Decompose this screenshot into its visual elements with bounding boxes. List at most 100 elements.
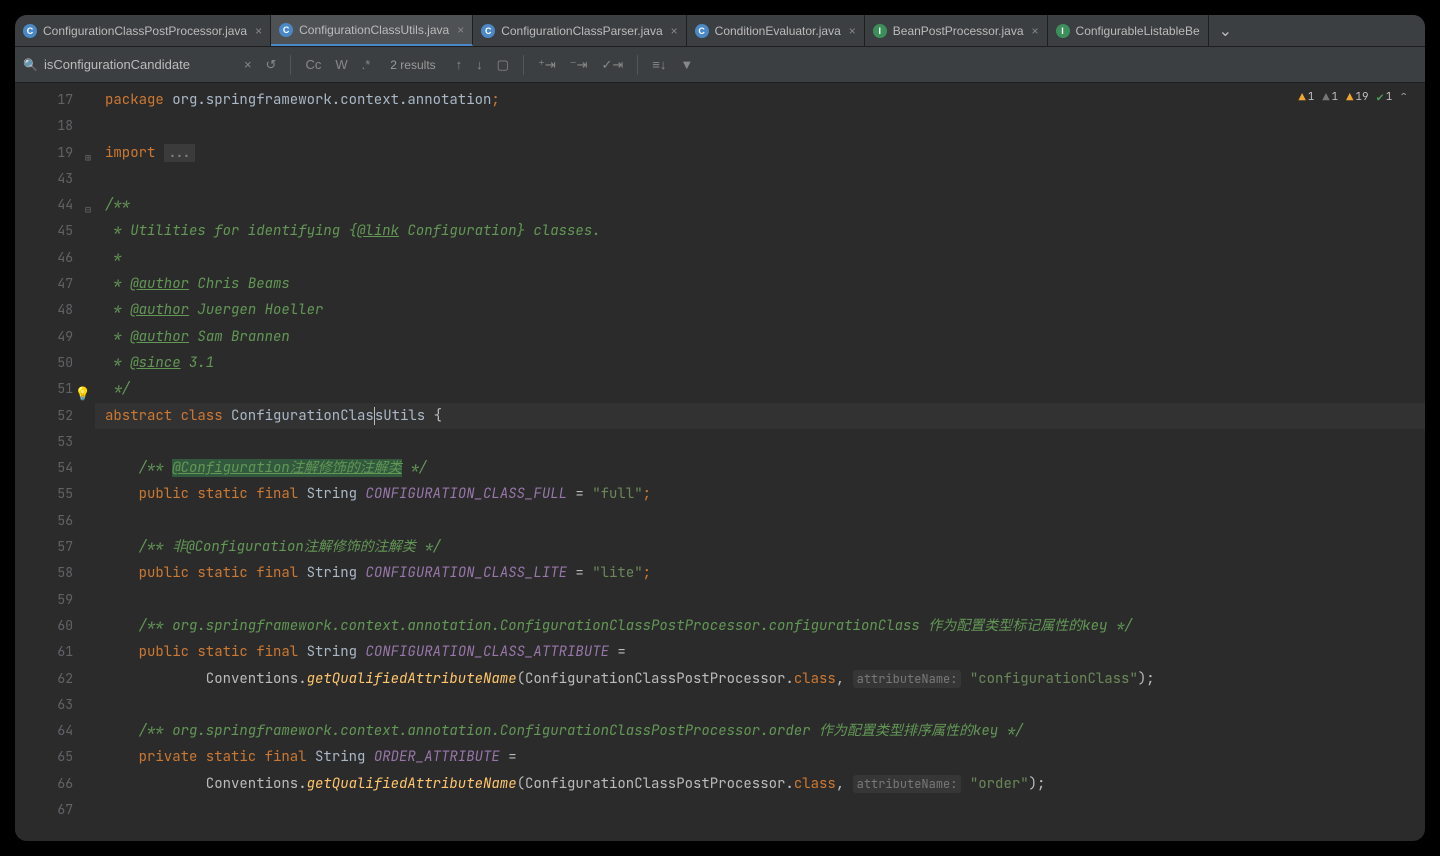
- code-line: [95, 113, 1425, 139]
- code-line: [95, 797, 1425, 823]
- code-line: /** 非@Configuration注解修饰的注解类 */: [95, 534, 1425, 560]
- tab-label: ConditionEvaluator.java: [715, 24, 841, 38]
- search-icon: 🔍: [23, 58, 38, 72]
- tab-4[interactable]: IBeanPostProcessor.java×: [865, 15, 1048, 46]
- line-number: 52: [15, 403, 95, 429]
- tab-label: BeanPostProcessor.java: [893, 24, 1024, 38]
- code-line: *: [95, 245, 1425, 271]
- code-line: [95, 508, 1425, 534]
- line-number: 46: [15, 245, 95, 271]
- match-case-button[interactable]: Cc: [301, 55, 325, 74]
- tab-label: ConfigurationClassUtils.java: [299, 23, 449, 37]
- code-line: package org.springframework.context.anno…: [95, 87, 1425, 113]
- tab-2[interactable]: C ConfigurationClassParser.java ×: [473, 15, 686, 46]
- code-line: /**: [95, 192, 1425, 218]
- warning-indicator[interactable]: ▲19: [1346, 89, 1368, 105]
- line-number: 50: [15, 350, 95, 376]
- code-line: [95, 429, 1425, 455]
- line-number: 65: [15, 744, 95, 770]
- code-area[interactable]: ▲1 ▲1 ▲19 ✔1 ⌃ package org.springframewo…: [95, 83, 1425, 841]
- check-line-button[interactable]: ✓⇥: [597, 55, 627, 75]
- code-line: public static final String CONFIGURATION…: [95, 560, 1425, 586]
- code-line: * @author Juergen Hoeller: [95, 297, 1425, 323]
- class-icon: C: [695, 24, 709, 38]
- line-number: 63: [15, 692, 95, 718]
- line-number: 44⊟: [15, 192, 95, 218]
- code-line: /** @Configuration注解修饰的注解类 */: [95, 455, 1425, 481]
- line-number: 51💡: [15, 376, 95, 402]
- prev-match-button[interactable]: ↑: [452, 55, 467, 74]
- import-fold[interactable]: ...: [164, 144, 195, 162]
- code-line: [95, 587, 1425, 613]
- code-line: * Utilities for identifying {@link Confi…: [95, 218, 1425, 244]
- parameter-hint: attributeName:: [853, 775, 962, 793]
- weak-warning-indicator[interactable]: ▲1: [1322, 89, 1338, 105]
- close-icon[interactable]: ×: [1032, 24, 1039, 38]
- tabs-overflow-button[interactable]: ⌄: [1209, 21, 1242, 41]
- chevron-up-icon[interactable]: ⌃: [1400, 89, 1407, 105]
- code-line: /** org.springframework.context.annotati…: [95, 718, 1425, 744]
- line-number: 56: [15, 508, 95, 534]
- words-button[interactable]: W: [331, 55, 351, 74]
- line-number: 67: [15, 797, 95, 823]
- line-number: 18: [15, 113, 95, 139]
- line-number: 61: [15, 639, 95, 665]
- inspection-panel[interactable]: ▲1 ▲1 ▲19 ✔1 ⌃: [1295, 87, 1411, 107]
- interface-icon: I: [1056, 24, 1070, 38]
- code-line: */: [95, 376, 1425, 402]
- line-number: 59: [15, 587, 95, 613]
- filter-icon[interactable]: ▼: [676, 55, 697, 74]
- parameter-hint: attributeName:: [853, 670, 962, 688]
- new-line-button[interactable]: ⁺⇥: [534, 55, 560, 75]
- close-icon[interactable]: ×: [671, 24, 678, 38]
- tab-label: ConfigurationClassParser.java: [501, 24, 662, 38]
- line-number: 62: [15, 666, 95, 692]
- line-number: 45: [15, 218, 95, 244]
- warning-indicator[interactable]: ▲1: [1299, 89, 1315, 105]
- line-number: 47: [15, 271, 95, 297]
- clear-search-button[interactable]: ×: [240, 55, 256, 74]
- tab-3[interactable]: C ConditionEvaluator.java ×: [687, 15, 865, 46]
- line-number: 17: [15, 87, 95, 113]
- code-line: Conventions.getQualifiedAttributeName(Co…: [95, 666, 1425, 692]
- close-icon[interactable]: ×: [255, 24, 262, 38]
- code-line: * @since 3.1: [95, 350, 1425, 376]
- regex-button[interactable]: .*: [358, 55, 375, 74]
- close-icon[interactable]: ×: [457, 23, 464, 37]
- line-number: 60: [15, 613, 95, 639]
- code-line: [95, 166, 1425, 192]
- line-number: 53: [15, 429, 95, 455]
- tab-label: ConfigurableListableBe: [1076, 24, 1200, 38]
- code-line: public static final String CONFIGURATION…: [95, 481, 1425, 507]
- select-all-button[interactable]: ▢: [493, 55, 513, 75]
- ok-indicator[interactable]: ✔1: [1377, 89, 1393, 105]
- class-icon: C: [481, 24, 495, 38]
- code-line: public static final String CONFIGURATION…: [95, 639, 1425, 665]
- remove-line-button[interactable]: ⁻⇥: [566, 55, 592, 75]
- code-line: private static final String ORDER_ATTRIB…: [95, 744, 1425, 770]
- class-icon: C: [23, 24, 37, 38]
- code-line: * @author Chris Beams: [95, 271, 1425, 297]
- code-line: /** org.springframework.context.annotati…: [95, 613, 1425, 639]
- gutter: 17 18 19⊞ 43 44⊟ 45 46 47 48 49 50 51💡 5…: [15, 83, 95, 841]
- next-match-button[interactable]: ↓: [472, 55, 487, 74]
- editor[interactable]: 17 18 19⊞ 43 44⊟ 45 46 47 48 49 50 51💡 5…: [15, 83, 1425, 841]
- search-input[interactable]: [44, 57, 234, 72]
- find-bar: 🔍 × ↺ Cc W .* 2 results ↑ ↓ ▢ ⁺⇥ ⁻⇥ ✓⇥ ≡…: [15, 47, 1425, 83]
- settings-icon[interactable]: ≡↓: [648, 55, 670, 74]
- tab-1[interactable]: C ConfigurationClassUtils.java ×: [271, 15, 473, 46]
- line-number: 48: [15, 297, 95, 323]
- tab-5[interactable]: I ConfigurableListableBe: [1048, 15, 1209, 46]
- class-icon: C: [279, 23, 293, 37]
- tab-0[interactable]: CConfigurationClassPostProcessor.java×: [15, 15, 271, 46]
- line-number: 49: [15, 324, 95, 350]
- search-results-count: 2 results: [390, 58, 435, 72]
- code-line: [95, 692, 1425, 718]
- search-history-button[interactable]: ↺: [262, 55, 281, 75]
- code-line: import ...: [95, 140, 1425, 166]
- line-number: 58: [15, 560, 95, 586]
- editor-tab-bar: CConfigurationClassPostProcessor.java× C…: [15, 15, 1425, 47]
- line-number: 57: [15, 534, 95, 560]
- close-icon[interactable]: ×: [849, 24, 856, 38]
- code-line: Conventions.getQualifiedAttributeName(Co…: [95, 771, 1425, 797]
